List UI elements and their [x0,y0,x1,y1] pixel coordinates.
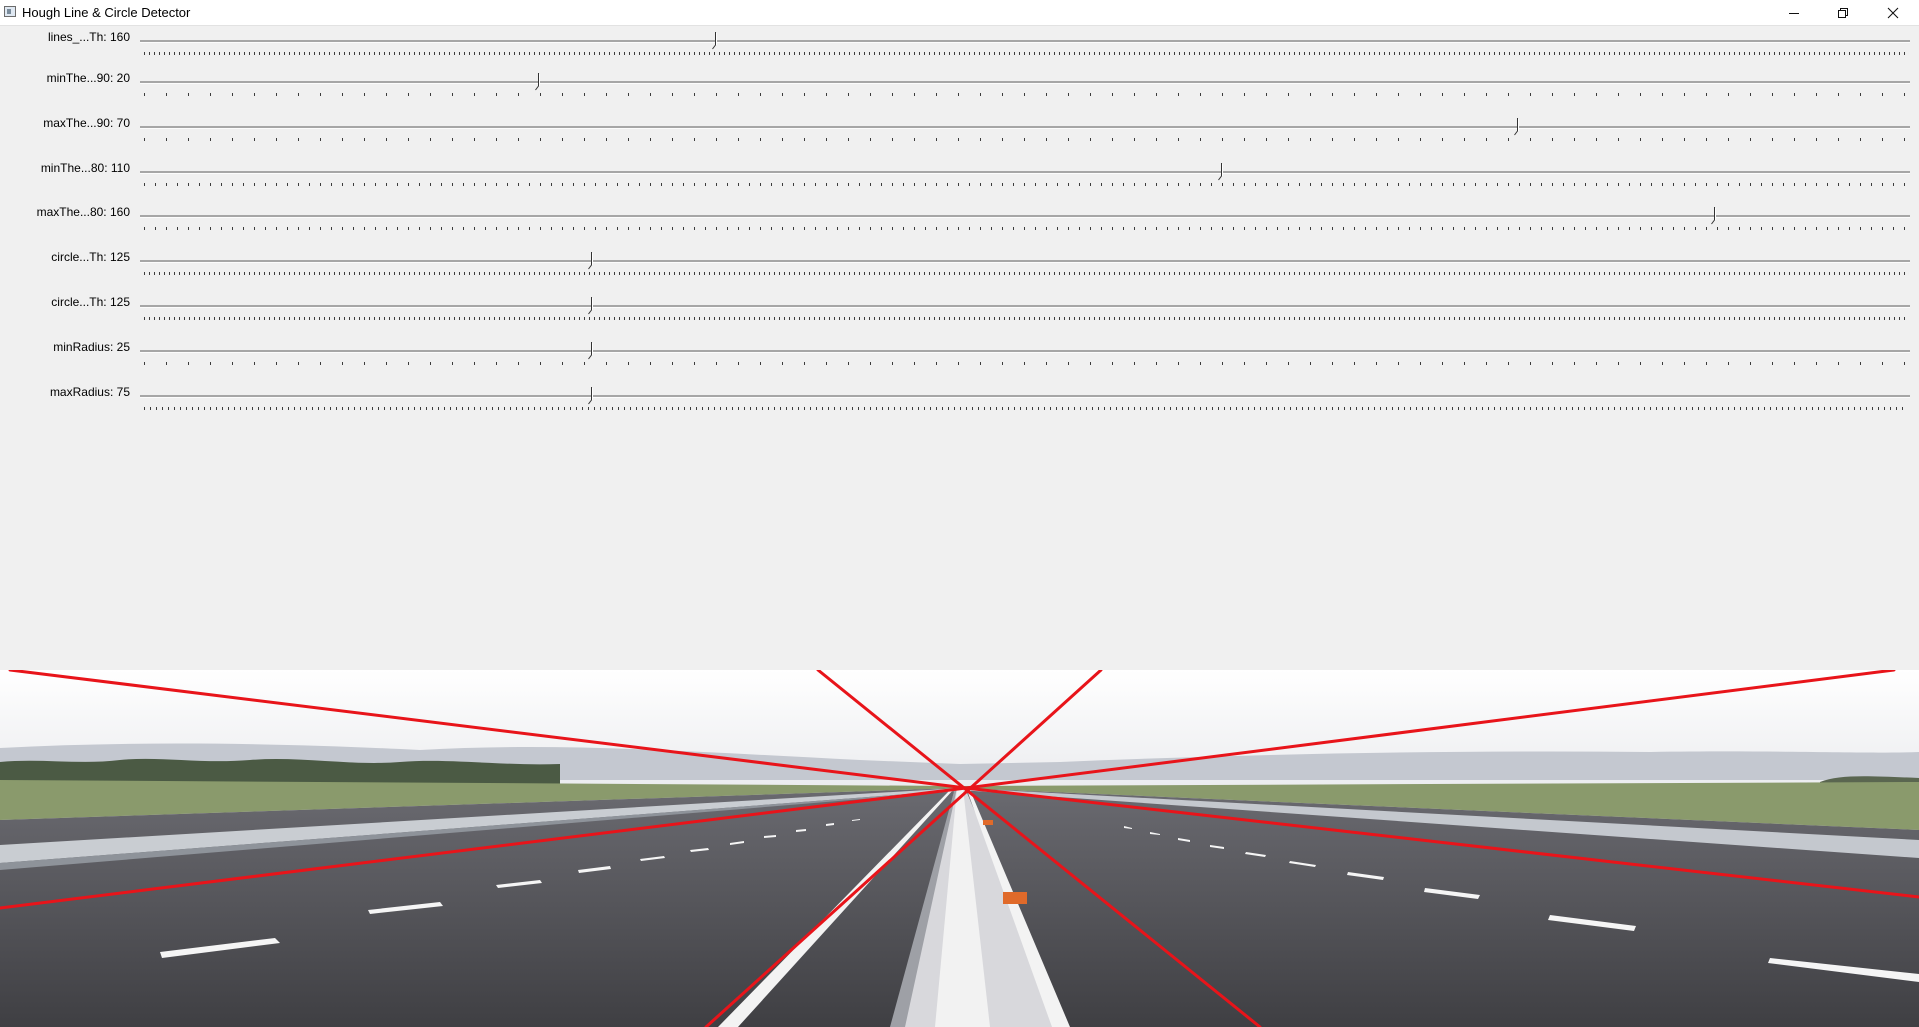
trackbar-ticks [144,272,1905,275]
trackbar-name: maxThe...80 [36,205,104,219]
trackbar-value: 125 [109,250,130,264]
trackbar-label: lines_...Th: 160 [47,30,130,44]
trackbar-ticks [144,138,1905,141]
image-display [0,670,1919,1027]
trackbar-name: minThe...90 [46,71,110,85]
trackbar-name: minThe...80 [40,161,105,175]
trackbar-thumb[interactable] [1710,207,1718,225]
trackbar-thumb[interactable] [1218,163,1225,181]
window-title: Hough Line & Circle Detector [22,5,191,20]
trackbar-ticks [144,93,1905,96]
trackbar-value: 25 [116,340,130,354]
trackbar-slider[interactable] [140,260,1910,263]
road-scene-icon [0,670,1919,1027]
trackbar-slider[interactable] [140,40,1910,43]
trackbar-5: maxThe...80: 160 [0,205,1919,241]
trackbar-value: 110 [110,161,130,175]
trackbar-value: 70 [116,116,130,130]
trackbar-value: 20 [116,71,130,85]
close-button[interactable] [1870,0,1916,25]
trackbar-thumb[interactable] [588,387,595,405]
trackbar-thumb[interactable] [712,32,719,50]
trackbar-8: minRadius: 25 [0,340,1919,376]
minimize-icon [1789,12,1799,14]
trackbar-4: minThe...80: 110 [0,161,1919,197]
trackbar-6: circle...Th: 125 [0,250,1919,286]
trackbar-label: minRadius: 25 [53,340,130,354]
trackbar-thumb[interactable] [588,252,595,270]
trackbar-label: minThe...80: 110 [40,161,130,175]
trackbar-ticks [144,183,1905,186]
trackbar-slider[interactable] [140,395,1910,398]
title-bar: Hough Line & Circle Detector [0,0,1919,26]
trackbar-label: maxRadius: 75 [49,385,130,399]
trackbar-name: circle...Th [51,295,104,309]
trackbar-9: maxRadius: 75 [0,385,1919,421]
trackbar-label: circle...Th: 125 [51,295,130,309]
trackbar-ticks [144,52,1905,55]
trackbar-ticks [144,407,1903,410]
trackbar-name: maxThe...90 [43,116,110,130]
trackbar-slider[interactable] [140,171,1910,174]
trackbar-ticks [144,362,1905,365]
trackbar-name: maxRadius [49,385,110,399]
minimize-button[interactable] [1771,0,1817,25]
trackbar-label: maxThe...80: 160 [36,205,130,219]
app-icon [4,6,16,17]
trackbar-value: 75 [116,385,130,399]
trackbar-name: circle...Th [51,250,104,264]
close-icon [1887,7,1899,18]
trackbar-slider[interactable] [140,305,1910,308]
trackbar-thumb[interactable] [1514,118,1521,136]
trackbar-ticks [144,227,1905,230]
trackbar-name: minRadius [53,340,110,354]
trackbar-label: minThe...90: 20 [46,71,130,85]
trackbar-value: 160 [109,30,130,44]
trackbar-7: circle...Th: 125 [0,295,1919,331]
trackbar-slider[interactable] [140,350,1910,353]
trackbar-ticks [144,317,1905,320]
restore-icon [1838,7,1848,18]
trackbar-slider[interactable] [140,81,1910,84]
trackbar-thumb[interactable] [535,73,542,91]
trackbar-1: lines_...Th: 160 [0,30,1919,66]
trackbar-name: lines_...Th [47,30,104,44]
trackbar-value: 125 [109,295,130,309]
trackbar-thumb[interactable] [588,342,595,360]
trackbar-2: minThe...90: 20 [0,71,1919,107]
trackbar-label: circle...Th: 125 [51,250,130,264]
trackbar-label: maxThe...90: 70 [43,116,130,130]
trackbar-3: maxThe...90: 70 [0,116,1919,152]
trackbar-slider[interactable] [140,126,1910,129]
trackbar-value: 160 [109,205,130,219]
trackbar-thumb[interactable] [588,297,595,315]
restore-button[interactable] [1820,0,1866,25]
trackbar-slider[interactable] [140,215,1910,218]
